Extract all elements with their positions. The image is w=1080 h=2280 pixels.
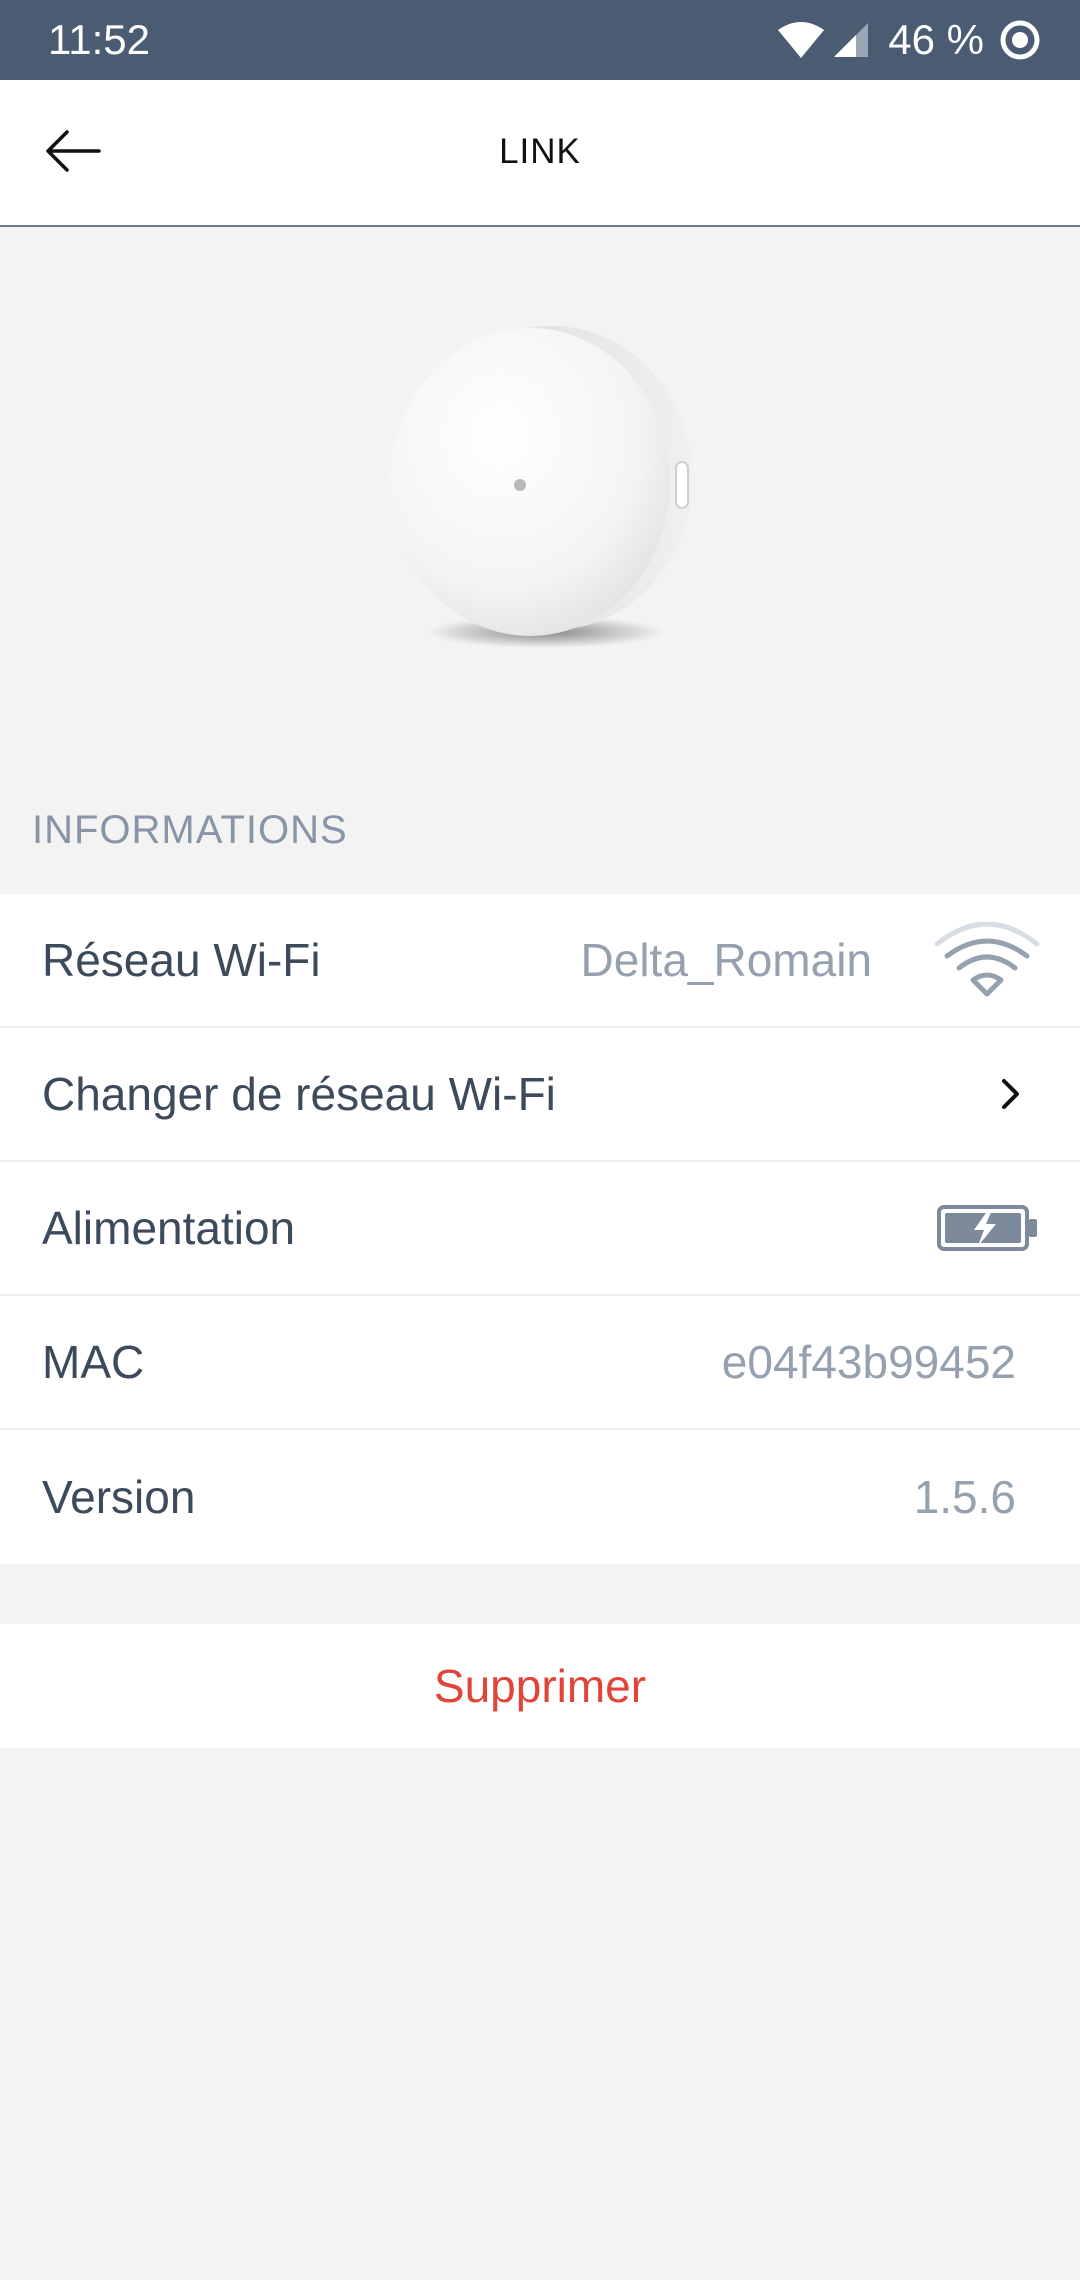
version-value: 1.5.6 (913, 1471, 1016, 1523)
app-header: LINK (0, 80, 1080, 227)
mac-row: MAC e04f43b99452 (0, 1296, 1080, 1430)
device-image (380, 310, 710, 660)
mac-label: MAC (42, 1336, 145, 1388)
wifi-network-row: Réseau Wi-Fi Delta_Romain (0, 894, 1080, 1028)
chevron-right-icon (1000, 1077, 1022, 1111)
change-wifi-label: Changer de réseau Wi-Fi (42, 1068, 556, 1120)
wifi-icon (776, 20, 826, 60)
mac-value: e04f43b99452 (721, 1336, 1016, 1388)
change-wifi-row[interactable]: Changer de réseau Wi-Fi (0, 1028, 1080, 1162)
power-row: Alimentation (0, 1162, 1080, 1296)
page-title: LINK (499, 132, 581, 171)
info-list: Réseau Wi-Fi Delta_Romain Changer de rés… (0, 894, 1080, 1564)
battery-saver-icon (1000, 20, 1040, 60)
cell-signal-icon (832, 21, 870, 59)
version-row: Version 1.5.6 (0, 1430, 1080, 1564)
status-bar: 11:52 46 % (0, 0, 1080, 80)
section-title-informations: INFORMATIONS (32, 808, 348, 852)
version-label: Version (42, 1471, 196, 1523)
status-icons: 46 % (776, 14, 1040, 66)
battery-charging-icon (936, 1204, 1040, 1252)
status-time: 11:52 (48, 16, 150, 63)
wifi-network-value: Delta_Romain (580, 934, 872, 986)
wifi-network-label: Réseau Wi-Fi (42, 934, 321, 986)
wifi-signal-icon (934, 922, 1040, 998)
battery-percent: 46 % (888, 16, 984, 63)
power-label: Alimentation (42, 1202, 296, 1254)
delete-label: Supprimer (433, 1660, 647, 1712)
delete-button[interactable]: Supprimer (0, 1624, 1080, 1748)
